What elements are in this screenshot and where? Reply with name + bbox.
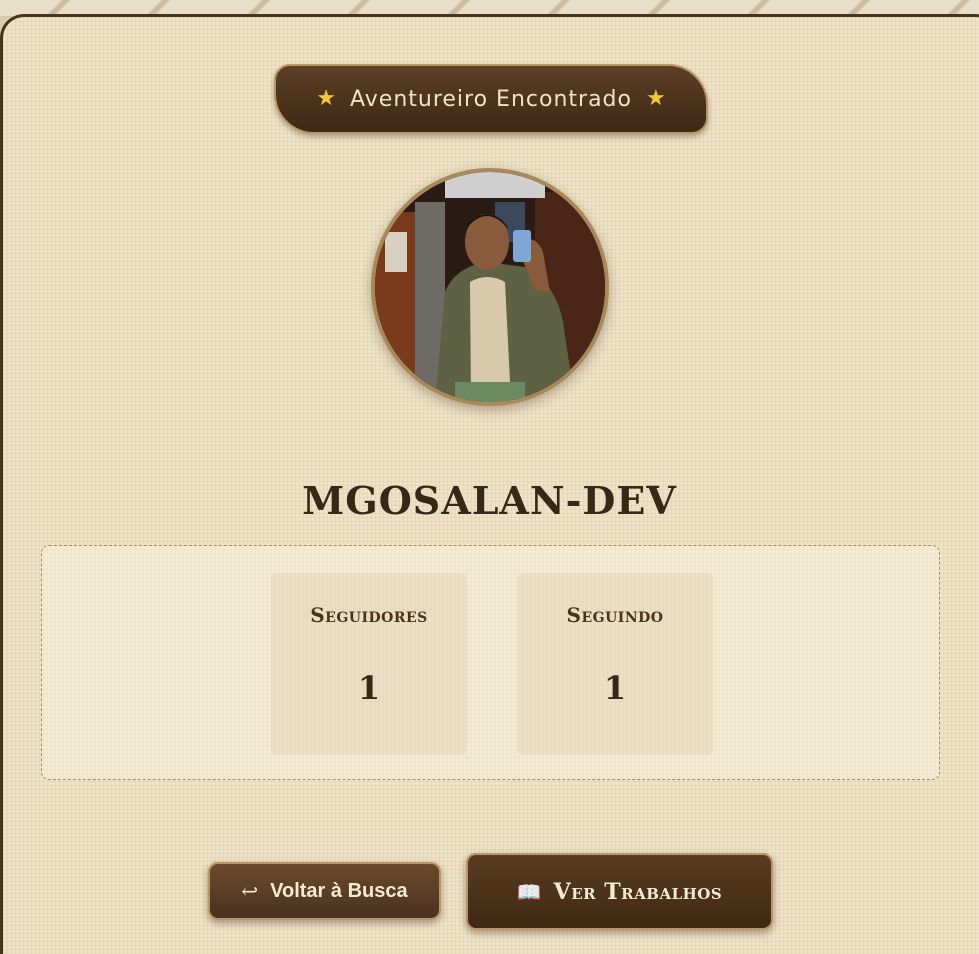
- title-banner: ★ Aventureiro Encontrado ★: [274, 64, 708, 134]
- stat-following[interactable]: Seguindo 1: [517, 573, 713, 755]
- stat-value: 1: [357, 669, 381, 707]
- star-icon: ★: [316, 86, 336, 111]
- return-arrow-icon: ↩: [241, 879, 259, 903]
- stat-label: Seguidores: [310, 603, 428, 627]
- stats-panel: Seguidores 1 Seguindo 1: [41, 545, 940, 780]
- banner-title: Aventureiro Encontrado: [350, 86, 632, 112]
- back-button-label: Voltar à Busca: [270, 879, 408, 902]
- view-works-label: Ver Trabalhos: [553, 878, 723, 905]
- back-to-search-button[interactable]: ↩ Voltar à Busca: [208, 862, 441, 920]
- avatar: [371, 168, 609, 406]
- profile-username: MGOSALAN-DEV: [302, 478, 677, 523]
- view-works-button[interactable]: 📖 Ver Trabalhos: [466, 853, 773, 930]
- stat-value: 1: [603, 669, 627, 707]
- book-icon: 📖: [516, 879, 542, 904]
- star-icon: ★: [645, 86, 666, 111]
- stat-label: Seguindo: [566, 603, 664, 627]
- stat-followers[interactable]: Seguidores 1: [271, 573, 467, 755]
- avatar-photo: [375, 172, 605, 402]
